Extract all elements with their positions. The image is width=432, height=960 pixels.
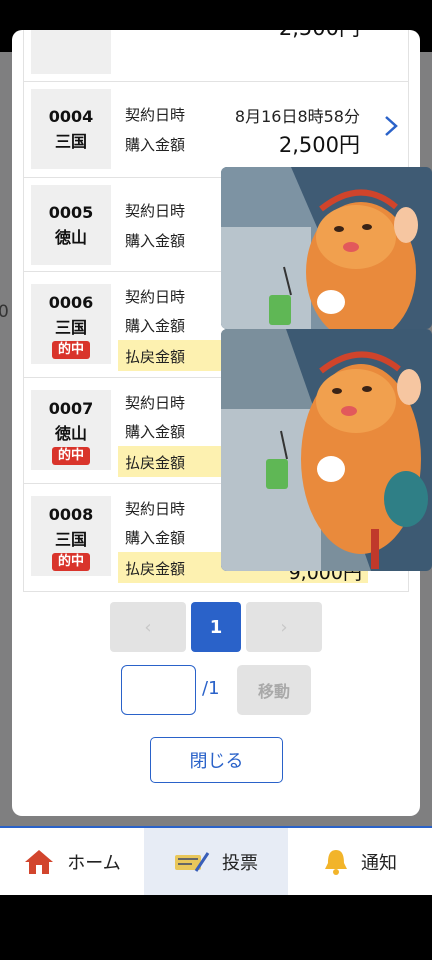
purchase-label: 購入金額: [125, 529, 186, 547]
close-button[interactable]: 閉じる: [150, 737, 283, 783]
contract-datetime: 8月16日8時58分: [234, 107, 360, 126]
ticket-id-box: [31, 30, 111, 74]
ticket-id-box: 0004 三国: [31, 89, 111, 169]
next-page-button[interactable]: ›: [246, 602, 322, 652]
prev-page-button[interactable]: ‹: [110, 602, 186, 652]
hit-badge: 的中: [51, 446, 90, 465]
purchase-amount: 2,500円: [279, 30, 360, 42]
venue-name: 三国: [54, 317, 87, 337]
venue-name: 徳山: [54, 228, 87, 247]
background-text: 0: [0, 302, 9, 322]
ticket-number: 0006: [48, 292, 94, 312]
ticket-id-box: 0006 三国 的中: [31, 284, 111, 364]
nav-vote[interactable]: 投票: [144, 828, 288, 895]
venue-name: 三国: [54, 132, 87, 151]
ticket-id-box: 0008 三国 的中: [31, 496, 111, 576]
refund-label: 払戻金額: [125, 454, 186, 472]
ticket-pen-icon: [175, 851, 210, 872]
contract-label: 契約日時: [125, 288, 186, 306]
contract-label: 契約日時: [125, 500, 186, 518]
bell-icon: [325, 849, 347, 875]
purchase-label: 購入金額: [125, 136, 186, 154]
current-page-button[interactable]: 1: [191, 602, 241, 652]
ticket-number: 0008: [48, 504, 94, 524]
page-total: /1: [202, 678, 220, 699]
nav-notify[interactable]: 通知: [288, 828, 432, 895]
nav-vote-label: 投票: [222, 852, 258, 874]
purchase-label: 購入金額: [125, 423, 186, 441]
chevron-right-icon[interactable]: [384, 114, 398, 144]
hit-badge: 的中: [51, 552, 90, 571]
ticket-id-box: 0005 徳山: [31, 185, 111, 265]
refund-label: 払戻金額: [125, 348, 186, 366]
venue-name: 徳山: [54, 423, 87, 443]
move-button[interactable]: 移動: [237, 665, 311, 715]
contract-label: 契約日時: [125, 394, 186, 412]
bottom-navigation: ホーム 投票 通知: [0, 826, 432, 895]
nav-home[interactable]: ホーム: [0, 828, 144, 895]
ticket-number: 0005: [48, 203, 94, 222]
nav-home-label: ホーム: [67, 852, 121, 874]
purchase-label: 購入金額: [125, 232, 186, 250]
ticket-id-box: 0007 徳山 的中: [31, 390, 111, 470]
contract-label: 契約日時: [125, 106, 186, 124]
refund-label: 払戻金額: [125, 560, 186, 578]
nav-notify-label: 通知: [361, 852, 397, 874]
hit-badge: 的中: [51, 340, 90, 359]
venue-name: 三国: [54, 529, 87, 549]
purchase-label: 購入金額: [125, 317, 186, 335]
character-sticker-image: [221, 167, 432, 329]
purchase-amount: 2,500円: [278, 133, 360, 157]
ticket-number: 0004: [48, 107, 94, 126]
page-number-input[interactable]: [121, 665, 196, 715]
character-sticker-image: [221, 329, 432, 571]
ticket-number: 0007: [48, 398, 94, 418]
contract-label: 契約日時: [125, 202, 186, 220]
home-icon: [25, 849, 54, 874]
list-item: 2,500円: [24, 30, 408, 82]
list-item[interactable]: 0004 三国 契約日時 8月16日8時58分 購入金額 2,500円: [24, 82, 408, 178]
system-nav-bar: [0, 895, 432, 960]
